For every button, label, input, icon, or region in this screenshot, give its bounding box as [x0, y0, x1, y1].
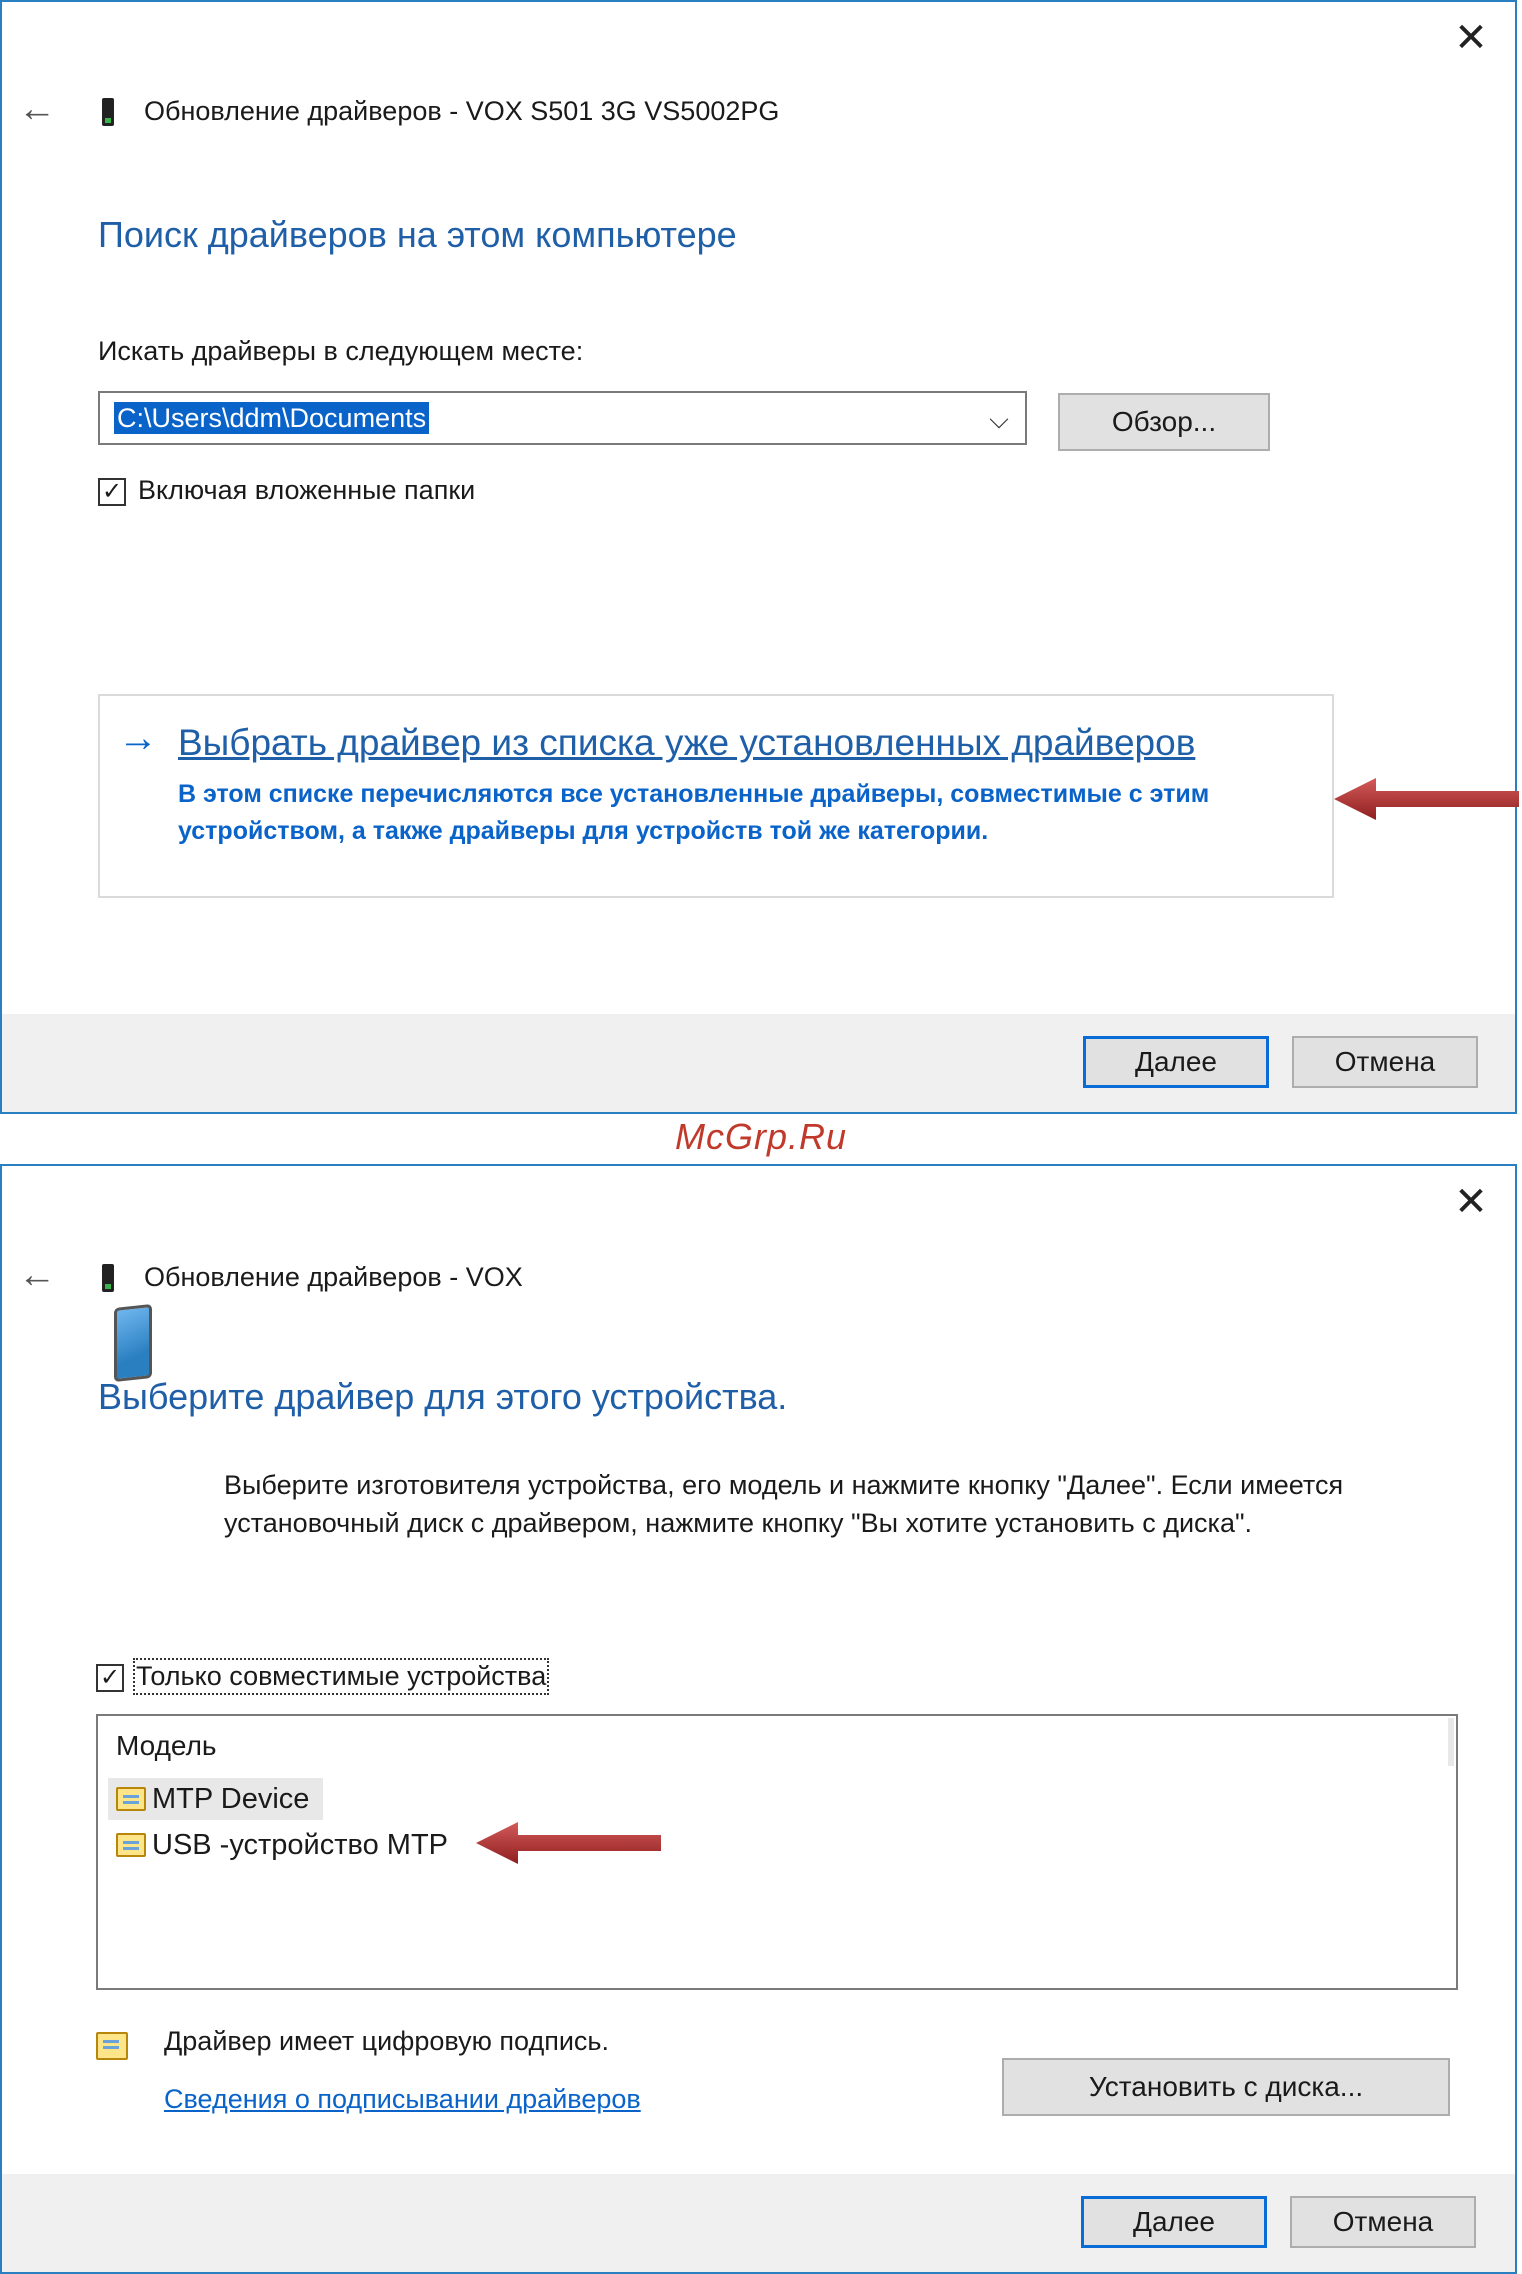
- next-button[interactable]: Далее: [1081, 2196, 1267, 2248]
- browse-button[interactable]: Обзор...: [1058, 393, 1270, 451]
- compatible-only-checkbox[interactable]: ✓: [96, 1664, 124, 1692]
- close-icon[interactable]: ✕: [1453, 18, 1489, 58]
- list-item-label: USB -устройство MTP: [152, 1829, 449, 1861]
- search-path-value[interactable]: C:\Users\ddm\Documents: [114, 402, 430, 434]
- model-column-header: Модель: [116, 1730, 217, 1761]
- watermark: McGrp.Ru: [674, 1116, 848, 1157]
- close-icon[interactable]: ✕: [1453, 1182, 1489, 1222]
- phone-icon: [114, 1304, 152, 1382]
- compatible-only-label[interactable]: Только совместимые устройства: [132, 1658, 550, 1695]
- right-arrow-icon: →: [118, 716, 158, 760]
- pick-from-list-description: В этом списке перечисляются все установл…: [178, 780, 1210, 845]
- driver-signing-link[interactable]: Сведения о подписывании драйверов: [164, 2084, 641, 2115]
- red-arrow-icon: [476, 1822, 661, 1864]
- dialog-footer: Далее Отмена: [2, 2174, 1515, 2272]
- include-subfolders-checkbox[interactable]: ✓: [98, 478, 126, 506]
- cancel-button[interactable]: Отмена: [1290, 2196, 1476, 2248]
- have-disk-button[interactable]: Установить с диска...: [1002, 2058, 1450, 2116]
- certificate-icon: [116, 1833, 146, 1857]
- pick-from-list-option[interactable]: → Выбрать драйвер из списка уже установл…: [98, 694, 1334, 898]
- back-arrow-icon[interactable]: ←: [18, 90, 58, 128]
- update-drivers-dialog-search: ✕ ← Обновление драйверов - VOX S501 3G V…: [0, 0, 1519, 1114]
- pick-from-list-link[interactable]: Выбрать драйвер из списка уже установлен…: [178, 722, 1195, 764]
- window-title: Обновление драйверов - VOX: [144, 1262, 523, 1292]
- page-heading: Выберите драйвер для этого устройства.: [98, 1376, 788, 1417]
- dialog-footer: Далее Отмена: [2, 1014, 1515, 1112]
- list-item-mtp-device[interactable]: MTP Device: [108, 1778, 324, 1820]
- next-button[interactable]: Далее: [1083, 1036, 1269, 1088]
- device-icon: [102, 1264, 114, 1292]
- chevron-down-icon[interactable]: ⌵: [981, 399, 1017, 439]
- listbox-scrollbar[interactable]: [1448, 1718, 1454, 1766]
- search-location-label: Искать драйверы в следующем месте:: [98, 336, 584, 366]
- signed-driver-text: Драйвер имеет цифровую подпись.: [164, 2026, 609, 2056]
- include-subfolders-label[interactable]: Включая вложенные папки: [138, 475, 475, 506]
- red-arrow-icon: [1334, 778, 1519, 820]
- window-title: Обновление драйверов - VOX S501 3G VS500…: [144, 96, 780, 126]
- page-heading: Поиск драйверов на этом компьютере: [98, 214, 737, 255]
- certificate-icon: [96, 2032, 128, 2060]
- list-item-usb-mtp[interactable]: USB -устройство MTP: [108, 1824, 448, 1866]
- instructions-text: Выберите изготовителя устройства, его мо…: [224, 1470, 1344, 1538]
- cancel-button[interactable]: Отмена: [1292, 1036, 1478, 1088]
- search-path-combobox[interactable]: C:\Users\ddm\Documents ⌵: [98, 391, 1027, 445]
- back-arrow-icon[interactable]: ←: [18, 1256, 58, 1294]
- certificate-icon: [116, 1787, 146, 1811]
- list-item-label: MTP Device: [152, 1783, 310, 1815]
- model-listbox[interactable]: Модель MTP Device USB -устройство MTP: [96, 1714, 1458, 1990]
- device-icon: [102, 98, 114, 126]
